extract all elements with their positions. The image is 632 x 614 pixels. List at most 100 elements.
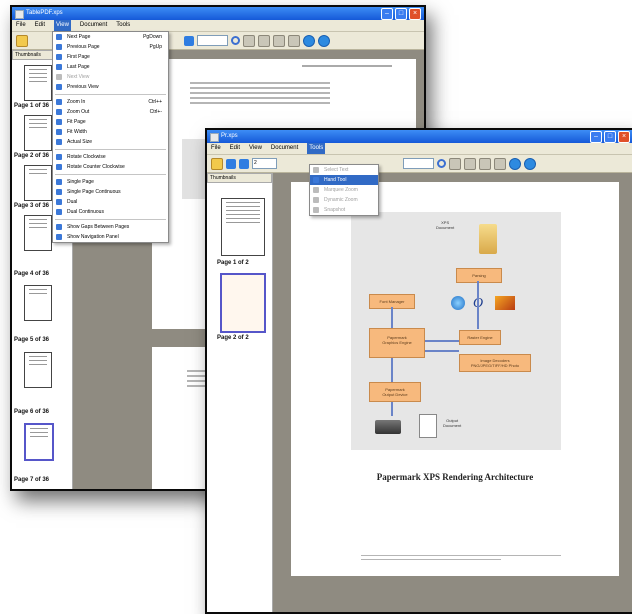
thumbnail-page-5[interactable] <box>24 285 52 321</box>
view-menu-item[interactable]: Single Page Continuous <box>53 187 168 197</box>
thumbnail-page-1[interactable] <box>221 198 265 256</box>
zoom-select[interactable] <box>197 35 228 46</box>
continuous-icon[interactable] <box>258 34 270 47</box>
menu-view[interactable]: View <box>249 143 262 154</box>
menu-document[interactable]: Document <box>80 20 107 31</box>
menu-item-icon <box>56 74 62 80</box>
minimize-button[interactable]: – <box>381 8 393 20</box>
menu-item-label: Rotate Counter Clockwise <box>67 164 125 170</box>
rotate-ccw-icon[interactable] <box>303 34 315 47</box>
view-menu-item[interactable]: Show Gaps Between Pages <box>53 222 168 232</box>
menu-file[interactable]: File <box>16 20 26 31</box>
view-menu-item[interactable]: Rotate Counter Clockwise <box>53 162 168 172</box>
papermark-graphics-box: Papermark Graphics Engine <box>369 328 425 358</box>
menu-item-icon <box>56 139 62 145</box>
thumbnail-page-4[interactable] <box>24 215 52 251</box>
thumbnail-page-2[interactable] <box>220 273 266 333</box>
tools-menu-item[interactable]: Dynamic Zoom <box>310 195 378 205</box>
menu-item-label: Show Navigation Panel <box>67 234 119 240</box>
page-number-input[interactable]: 2 <box>252 158 277 169</box>
view-menu-item[interactable]: Show Navigation Panel <box>53 232 168 242</box>
view-menu-item[interactable]: Fit Width <box>53 127 168 137</box>
view-menu-item[interactable]: Zoom In Ctrl++ <box>53 97 168 107</box>
view-menu-item[interactable]: Previous Page PgUp <box>53 42 168 52</box>
view-menu-item[interactable]: Rotate Clockwise <box>53 152 168 162</box>
menu-tools[interactable]: Tools <box>307 143 326 154</box>
menu-tools[interactable]: Tools <box>116 20 130 31</box>
thumbnail-label: Page 2 of 2 <box>217 335 249 341</box>
tools-menu-item[interactable]: Snapshot <box>310 205 378 215</box>
close-button[interactable]: × <box>409 8 421 20</box>
menu-item-icon <box>56 129 62 135</box>
rotate-cw-icon[interactable] <box>524 157 536 170</box>
zoom-icon[interactable] <box>231 36 240 45</box>
view-menu-item[interactable]: Dual <box>53 197 168 207</box>
single-page-icon[interactable] <box>449 157 461 170</box>
menu-item-label: Single Page Continuous <box>67 189 121 195</box>
menu-item-label: Single Page <box>67 179 94 185</box>
menu-item-label: Next View <box>67 74 90 80</box>
view-menu-item[interactable]: Single Page <box>53 177 168 187</box>
view-menu-item[interactable]: Previous View <box>53 82 168 92</box>
zoom-icon[interactable] <box>437 159 446 168</box>
diagram-caption: Papermark XPS Rendering Architecture <box>376 472 534 482</box>
menu-item-icon <box>56 34 62 40</box>
open-folder-icon[interactable] <box>211 157 223 170</box>
rotate-cw-icon[interactable] <box>318 34 330 47</box>
menu-document[interactable]: Document <box>271 143 298 154</box>
dual-continuous-icon[interactable] <box>494 157 506 170</box>
view-menu-item[interactable]: First Page <box>53 52 168 62</box>
menu-item-icon <box>56 164 62 170</box>
first-page-icon[interactable] <box>184 35 194 46</box>
maximize-button[interactable]: □ <box>604 131 616 143</box>
thumbnail-page-7[interactable] <box>24 423 54 461</box>
menu-item-icon <box>56 179 62 185</box>
thumbnail-label: Page 6 of 36 <box>14 409 50 415</box>
menu-item-label: Zoom Out <box>67 109 90 115</box>
menu-separator <box>55 219 166 220</box>
tools-menu-item[interactable]: Select Text <box>310 165 378 175</box>
previous-page-icon[interactable] <box>239 158 249 169</box>
tools-menu-item[interactable]: Hand Tool <box>310 175 378 185</box>
thumbnail-label: Page 5 of 36 <box>14 337 50 343</box>
thumbnails-tab[interactable]: Thumbnails <box>207 173 272 183</box>
dual-continuous-icon[interactable] <box>288 34 300 47</box>
view-menu-item[interactable]: Dual Continuous <box>53 207 168 217</box>
menu-item-label: Show Gaps Between Pages <box>67 224 130 230</box>
thumbnail-page-6[interactable] <box>24 352 52 388</box>
first-page-icon[interactable] <box>226 158 236 169</box>
menu-view[interactable]: View <box>54 20 71 31</box>
thumbnail-page-3[interactable] <box>24 165 52 201</box>
view-menu-item[interactable]: Fit Page <box>53 117 168 127</box>
dual-page-icon[interactable] <box>479 157 491 170</box>
flow-arrow <box>425 350 459 352</box>
view-menu-item[interactable]: Next View <box>53 72 168 82</box>
menu-file[interactable]: File <box>211 143 221 154</box>
menu-separator <box>55 94 166 95</box>
menu-item-shortcut: Ctrl++ <box>148 99 162 105</box>
menu-item-icon <box>56 99 62 105</box>
dual-page-icon[interactable] <box>273 34 285 47</box>
tools-menu-item[interactable]: Marquee Zoom <box>310 185 378 195</box>
single-page-icon[interactable] <box>243 34 255 47</box>
menu-edit[interactable]: Edit <box>35 20 45 31</box>
back-window-title: TablePDF.xps <box>26 10 63 16</box>
front-document-page: XPS Document Parsing Font Manager O Pape… <box>291 182 619 576</box>
view-menu-item[interactable]: Next Page PgDown <box>53 32 168 42</box>
view-menu-item[interactable]: Last Page <box>53 62 168 72</box>
zoom-select[interactable] <box>403 158 434 169</box>
thumbnail-page-2[interactable] <box>24 115 52 151</box>
rotate-ccw-icon[interactable] <box>509 157 521 170</box>
close-button[interactable]: × <box>618 131 630 143</box>
menu-item-label: Snapshot <box>324 207 346 213</box>
minimize-button[interactable]: – <box>590 131 602 143</box>
flow-arrow <box>391 358 393 382</box>
view-menu-item[interactable]: Actual Size <box>53 137 168 147</box>
flow-arrow <box>477 281 479 329</box>
maximize-button[interactable]: □ <box>395 8 407 20</box>
continuous-icon[interactable] <box>464 157 476 170</box>
view-menu-item[interactable]: Zoom Out Ctrl+- <box>53 107 168 117</box>
menu-edit[interactable]: Edit <box>230 143 240 154</box>
open-folder-icon[interactable] <box>16 34 28 47</box>
thumbnail-page-1[interactable] <box>24 65 52 101</box>
